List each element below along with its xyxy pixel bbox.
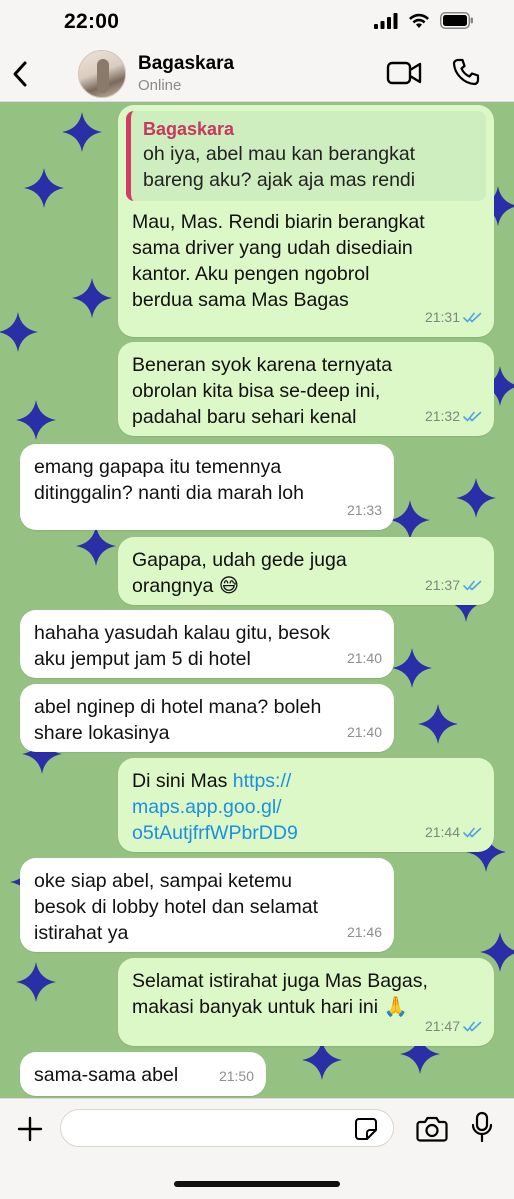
message-meta: 21:40 [347, 645, 382, 671]
message-time: 21:47 [424, 1018, 460, 1034]
sticker-icon[interactable] [354, 1117, 378, 1141]
message-time: 21:37 [424, 577, 460, 593]
message-time: 21:50 [218, 1068, 254, 1084]
message-bubble-outgoing[interactable]: Di sini Mas https:// maps.app.goo.gl/ o5… [118, 758, 494, 852]
message-time: 21:31 [424, 309, 460, 325]
message-bubble-incoming[interactable]: abel nginep di hotel mana? boleh share l… [20, 684, 394, 752]
chat-header: Bagaskara Online [0, 46, 514, 102]
signal-icon [374, 12, 398, 29]
message-bubble-incoming[interactable]: sama-sama abel 21:50 [20, 1052, 266, 1096]
double-check-icon [463, 312, 482, 322]
microphone-icon[interactable] [470, 1111, 494, 1143]
avatar[interactable] [78, 50, 126, 98]
message-input[interactable] [60, 1109, 394, 1147]
chevron-left-icon[interactable] [10, 60, 30, 88]
message-bubble-outgoing[interactable]: Selamat istirahat juga Mas Bagas, makasi… [118, 958, 494, 1046]
message-bubble-outgoing[interactable]: Gapapa, udah gede juga orangnya 😅 21:37 [118, 537, 494, 605]
message-bubble-outgoing[interactable]: Bagaskara oh iya, abel mau kan berangkat… [118, 105, 494, 337]
quoted-message[interactable]: Bagaskara oh iya, abel mau kan berangkat… [126, 111, 486, 201]
chat-area[interactable]: Bagaskara oh iya, abel mau kan berangkat… [0, 102, 514, 1098]
message-meta: 21:32 [425, 403, 482, 429]
message-text: abel nginep di hotel mana? boleh share l… [34, 696, 322, 744]
plus-icon[interactable] [16, 1115, 44, 1143]
double-check-icon [463, 580, 482, 590]
message-meta: 21:31 [425, 304, 482, 330]
message-text: oke siap abel, sampai ketemu besok di lo… [34, 870, 319, 944]
message-time: 21:33 [346, 502, 382, 518]
message-meta: 21:47 [425, 1013, 482, 1039]
message-meta: 21:40 [347, 719, 382, 745]
message-time: 21:46 [346, 924, 382, 940]
message-meta: 21:37 [425, 572, 482, 598]
status-time: 22:00 [64, 10, 120, 33]
message-bubble-outgoing[interactable]: Beneran syok karena ternyata obrolan kit… [118, 342, 494, 436]
message-bubble-incoming[interactable]: oke siap abel, sampai ketemu besok di lo… [20, 858, 394, 952]
message-text: emang gapapa itu temennya ditinggalin? n… [34, 456, 304, 504]
phone-icon[interactable] [452, 58, 480, 86]
message-text: sama-sama abel [34, 1064, 179, 1086]
message-meta: 21:44 [425, 819, 482, 845]
message-time: 21:40 [346, 650, 382, 666]
contact-status: Online [138, 77, 182, 94]
quoted-text: oh iya, abel mau kan berangkat bareng ak… [143, 143, 416, 191]
message-meta: 21:33 [347, 497, 382, 523]
message-time: 21:32 [424, 408, 460, 424]
message-time: 21:44 [424, 824, 460, 840]
home-indicator [174, 1181, 340, 1187]
battery-icon [440, 12, 473, 29]
quoted-author: Bagaskara [143, 119, 235, 139]
double-check-icon [463, 1021, 482, 1031]
message-text-prefix: Di sini Mas [132, 770, 233, 792]
message-meta: 21:50 [219, 1063, 254, 1089]
double-check-icon [463, 827, 482, 837]
video-camera-icon[interactable] [386, 60, 422, 86]
status-icons [374, 12, 474, 29]
contact-name[interactable]: Bagaskara [138, 53, 234, 75]
message-bubble-incoming[interactable]: hahaha yasudah kalau gitu, besok aku jem… [20, 610, 394, 678]
status-bar: 22:00 [0, 0, 514, 46]
message-meta: 21:46 [347, 919, 382, 945]
message-time: 21:40 [346, 724, 382, 740]
camera-icon[interactable] [416, 1115, 448, 1143]
message-text: hahaha yasudah kalau gitu, besok aku jem… [34, 622, 330, 670]
wifi-icon [409, 13, 429, 28]
double-check-icon [463, 411, 482, 421]
message-text: Mau, Mas. Rendi biarin berangkat sama dr… [132, 211, 425, 311]
message-input-bar [0, 1098, 514, 1199]
message-bubble-incoming[interactable]: emang gapapa itu temennya ditinggalin? n… [20, 444, 394, 530]
